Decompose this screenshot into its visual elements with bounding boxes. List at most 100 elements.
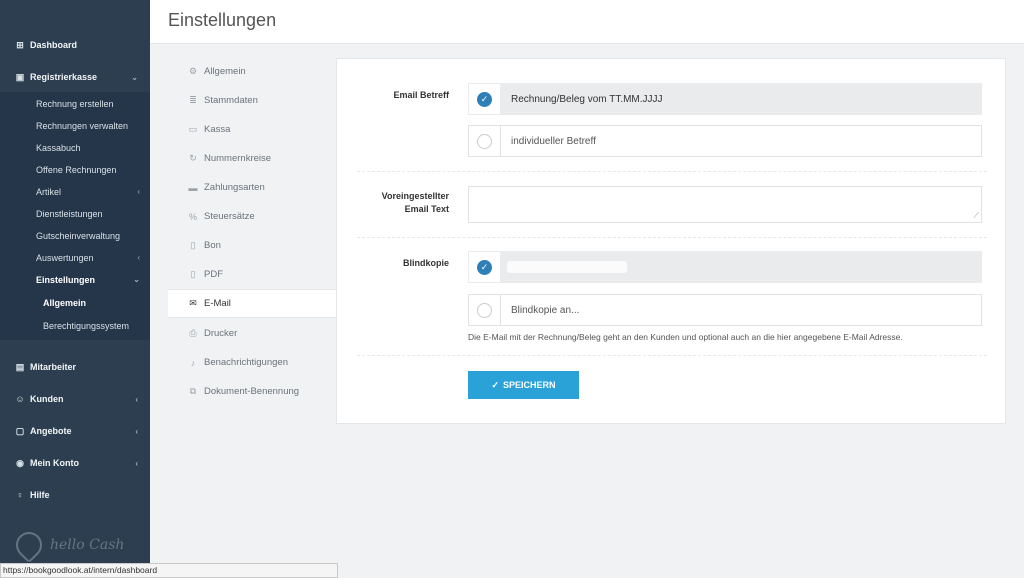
radio-box: ✓: [469, 252, 501, 282]
check-icon: ✓: [491, 379, 500, 390]
sidebar-subsubitem-allgemein[interactable]: Allgemein: [43, 292, 86, 314]
sidebar-item-registrierkasse[interactable]: ▣ Registrierkasse ⌄: [0, 66, 150, 88]
settings-item-label: Zahlungsarten: [204, 182, 265, 193]
sidebar-subitem-label: Auswertungen: [36, 253, 94, 263]
credit-card-icon: ▬: [188, 182, 198, 193]
chevron-left-icon: ‹: [135, 426, 138, 436]
settings-item-dokument-benennung[interactable]: ⧉ Dokument-Benennung: [168, 377, 336, 406]
sidebar-subitem-rechnungen-verwalten[interactable]: Rechnungen verwalten: [36, 115, 146, 137]
settings-item-label: E-Mail: [204, 298, 231, 309]
chevron-down-icon: ⌄: [133, 275, 140, 284]
lightbulb-icon: ♀: [16, 490, 24, 500]
settings-item-drucker[interactable]: ⎙ Drucker: [168, 319, 336, 348]
blindkopie-input[interactable]: Blindkopie an...: [501, 305, 579, 316]
settings-item-label: PDF: [204, 269, 223, 280]
resize-grip-icon[interactable]: ⟋: [973, 211, 979, 221]
email-text-label-line1: Voreingestellter: [381, 191, 449, 201]
blindkopie-label: Blindkopie: [402, 258, 449, 268]
settings-item-zahlungsarten[interactable]: ▬ Zahlungsarten: [168, 173, 336, 202]
betreff-option-custom[interactable]: individueller Betreff: [468, 125, 982, 157]
blindkopie-help-text: Die E-Mail mit der Rechnung/Beleg geht a…: [468, 332, 903, 342]
email-text-label-line2: Email Text: [404, 204, 449, 214]
divider: [357, 171, 987, 172]
chevron-left-icon: ‹: [135, 458, 138, 468]
email-text-textarea[interactable]: ⟋: [468, 186, 982, 223]
redacted-email: [507, 261, 627, 273]
document-icon: ▯: [190, 269, 196, 279]
cash-register-icon: ▣: [15, 71, 25, 82]
sidebar-subitem-gutscheinverwaltung[interactable]: Gutscheinverwaltung: [36, 225, 146, 247]
sidebar-subitem-auswertungen[interactable]: Auswertungen ‹: [36, 247, 146, 269]
sidebar-item-hilfe[interactable]: ♀ Hilfe: [0, 484, 150, 506]
betreff-option-default-label: Rechnung/Beleg vom TT.MM.JJJJ: [511, 93, 663, 105]
chevron-left-icon: ‹: [137, 253, 140, 262]
save-button[interactable]: ✓ SPEICHERN: [468, 371, 579, 399]
sidebar-subitem-kassabuch[interactable]: Kassabuch: [36, 137, 146, 159]
blindkopie-toggle[interactable]: ✓: [468, 251, 982, 283]
sidebar-item-kunden[interactable]: ☺ Kunden ‹: [0, 388, 150, 410]
chevron-left-icon: ‹: [137, 187, 140, 196]
sitemap-icon: ⧉: [189, 386, 197, 396]
header-bar: [150, 0, 1024, 44]
check-icon[interactable]: ✓: [477, 259, 492, 275]
settings-item-label: Stammdaten: [204, 95, 258, 106]
radio-box: ✓: [469, 84, 501, 114]
check-icon[interactable]: ✓: [477, 91, 492, 107]
sidebar-item-mitarbeiter[interactable]: ▤ Mitarbeiter: [0, 356, 150, 378]
email-text-label: Voreingestellter Email Text: [337, 190, 449, 216]
sidebar-item-label: Dashboard: [30, 40, 78, 50]
chevron-left-icon: ‹: [135, 394, 138, 404]
settings-item-label: Dokument-Benennung: [204, 386, 300, 397]
blindkopie-input-row[interactable]: Blindkopie an...: [468, 294, 982, 326]
sidebar-subsubitem-berechtigungssystem[interactable]: Berechtigungssystem: [43, 315, 129, 337]
settings-item-label: Drucker: [204, 328, 238, 339]
save-button-label: SPEICHERN: [503, 380, 556, 390]
sidebar-subitem-label: Einstellungen: [36, 275, 96, 285]
refresh-icon: ↻: [189, 153, 197, 163]
document-icon: ▯: [190, 240, 196, 250]
sidebar-item-label: Mein Konto: [30, 458, 79, 468]
logo-pin-icon: [10, 526, 48, 564]
radio-circle-icon[interactable]: [477, 302, 492, 318]
sidebar-subitem-rechnung-erstellen[interactable]: Rechnung erstellen: [36, 93, 146, 115]
sidebar-subitem-offene-rechnungen[interactable]: Offene Rechnungen: [36, 159, 146, 181]
grid-icon: ⊞: [16, 39, 24, 50]
users-icon: ☺: [15, 394, 25, 404]
sidebar-item-angebote[interactable]: ▢ Angebote ‹: [0, 420, 150, 442]
settings-item-bon[interactable]: ▯ Bon: [168, 231, 336, 260]
settings-item-kassa[interactable]: ▭ Kassa: [168, 115, 336, 144]
registrierkasse-submenu: Rechnung erstellen Rechnungen verwalten …: [0, 92, 150, 340]
percent-icon: %: [188, 211, 197, 222]
divider: [357, 237, 987, 238]
brand-logo: hello Cash: [10, 526, 125, 564]
logo-text: hello Cash: [50, 537, 125, 553]
sidebar-item-mein-konto[interactable]: ◉ Mein Konto ‹: [0, 452, 150, 474]
printer-icon: ⎙: [189, 328, 197, 338]
email-betreff-label: Email Betreff: [393, 90, 449, 100]
gear-icon: ⚙: [188, 66, 198, 76]
divider: [357, 355, 987, 356]
sidebar-subitem-artikel[interactable]: Artikel ‹: [36, 181, 146, 203]
settings-item-nummernkreise[interactable]: ↻ Nummernkreise: [168, 144, 336, 173]
radio-circle-icon[interactable]: [477, 133, 492, 149]
envelope-icon: ✉: [189, 298, 197, 308]
betreff-option-custom-label: individueller Betreff: [511, 135, 596, 147]
settings-item-email[interactable]: ✉ E-Mail: [168, 289, 336, 318]
id-card-icon: ▤: [15, 361, 25, 372]
user-circle-icon: ◉: [16, 457, 24, 468]
settings-item-benachrichtigungen[interactable]: ♪ Benachrichtigungen: [168, 348, 336, 377]
sidebar-subitem-einstellungen[interactable]: Einstellungen ⌄: [36, 269, 146, 291]
betreff-option-default[interactable]: ✓ Rechnung/Beleg vom TT.MM.JJJJ: [468, 83, 982, 115]
settings-item-pdf[interactable]: ▯ PDF: [168, 260, 336, 289]
settings-item-allgemein[interactable]: ⚙ Allgemein: [168, 57, 336, 86]
sidebar: ⊞ Dashboard ▣ Registrierkasse ⌄ Rechnung…: [0, 0, 150, 578]
browser-status-url: https://bookgoodlook.at/intern/dashboard: [0, 563, 338, 578]
sidebar-item-label: Hilfe: [30, 490, 50, 500]
sidebar-item-dashboard[interactable]: ⊞ Dashboard: [0, 34, 150, 56]
page-title: Einstellungen: [168, 10, 277, 30]
settings-item-steuersaetze[interactable]: % Steuersätze: [168, 202, 336, 231]
sidebar-subitem-dienstleistungen[interactable]: Dienstleistungen: [36, 203, 146, 225]
settings-item-stammdaten[interactable]: ≣ Stammdaten: [168, 86, 336, 115]
radio-box: [469, 295, 501, 325]
settings-item-label: Steuersätze: [204, 211, 255, 222]
